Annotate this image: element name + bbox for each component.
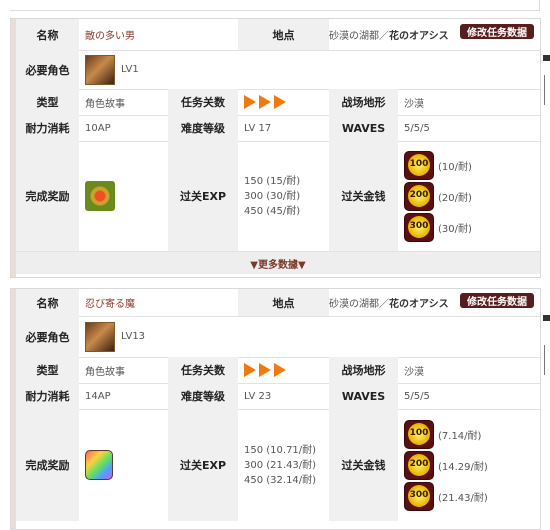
gold-rate: (21.43/耐)	[438, 492, 488, 504]
waves-label: WAVES	[329, 383, 398, 409]
terrain-label: 战场地形	[329, 357, 398, 383]
exp-tier-1: 150 (10.71/耐)	[244, 444, 317, 456]
exp-label: 过关EXP	[168, 141, 238, 251]
reward-label: 完成奖励	[16, 409, 79, 521]
gold-values: 100 (10/耐) 200 (20/耐) 300 (30/耐)	[398, 141, 538, 251]
gold-rate: (14.29/耐)	[438, 461, 488, 473]
location-prefix: 砂漠の湖都／	[329, 299, 389, 310]
required-label: 必要角色	[16, 50, 79, 89]
type-label: 类型	[16, 89, 79, 115]
gold-coin-icon: 200	[404, 181, 434, 211]
location-prefix: 砂漠の湖都／	[329, 31, 389, 42]
gold-coin-icon: 100	[404, 419, 434, 449]
type-row: 类型 角色故事 任务关数 战场地形 沙漠	[16, 357, 540, 384]
location-label: 地点	[238, 19, 329, 50]
location-label: 地点	[238, 289, 329, 316]
stamina-value: 14AP	[85, 390, 111, 402]
difficulty-value: LV 23	[244, 390, 272, 402]
type-row: 类型 角色故事 任务关数 战场地形 沙漠	[16, 89, 540, 116]
quest-name: 敵の多い男	[85, 31, 135, 42]
required-character-row: 必要角色 LV1	[16, 50, 540, 90]
type-value: 角色故事	[85, 98, 125, 110]
exp-tier-3: 450 (32.14/耐)	[244, 474, 317, 486]
quest-count-label: 任务关数	[168, 89, 238, 115]
previous-block-edge	[0, 0, 550, 12]
character-avatar[interactable]	[85, 54, 115, 85]
quest-block-1: 名称 敵の多い男 地点 砂漠の湖都／ 花のオアシス 修改任务数据 必要角色 LV1…	[10, 18, 541, 278]
exp-values: 150 (10.71/耐) 300 (21.43/耐) 450 (32.14/耐…	[238, 409, 329, 521]
stamina-label: 耐力消耗	[16, 383, 79, 409]
location-main: 花のオアシス	[389, 31, 449, 42]
stamina-label: 耐力消耗	[16, 115, 79, 141]
difficulty-label: 难度等级	[168, 115, 238, 141]
gold-rate: (7.14/耐)	[438, 430, 482, 442]
exp-tier-2: 300 (30/耐)	[244, 190, 301, 202]
quest-count-arrows-icon	[244, 363, 289, 377]
gold-label: 过关金钱	[329, 409, 398, 521]
edit-quest-button[interactable]: 修改任务数据	[460, 24, 534, 39]
page-right-edge	[541, 0, 550, 524]
emblem-icon[interactable]	[85, 181, 115, 211]
gold-rate: (10/耐)	[438, 161, 472, 173]
edit-quest-button[interactable]: 修改任务数据	[460, 293, 534, 308]
gold-rate: (30/耐)	[438, 223, 472, 235]
waves-value: 5/5/5	[404, 122, 430, 134]
difficulty-value: LV 17	[244, 122, 272, 134]
terrain-value: 沙漠	[404, 98, 424, 110]
gold-values: 100 (7.14/耐) 200 (14.29/耐) 300 (21.43/耐)	[398, 409, 538, 521]
reward-label: 完成奖励	[16, 141, 79, 251]
quest-header-row: 名称 忍び寄る魔 地点 砂漠の湖都／ 花のオアシス 修改任务数据	[16, 289, 540, 317]
exp-tier-1: 150 (15/耐)	[244, 175, 301, 187]
gold-coin-icon: 300	[404, 481, 434, 511]
character-level: LV1	[121, 64, 139, 75]
stamina-value: 10AP	[85, 122, 111, 134]
gold-coin-icon: 100	[404, 150, 434, 180]
quest-block-2: 名称 忍び寄る魔 地点 砂漠の湖都／ 花のオアシス 修改任务数据 必要角色 LV1…	[10, 288, 541, 530]
location-main: 花のオアシス	[389, 299, 449, 310]
terrain-label: 战场地形	[329, 89, 398, 115]
exp-values: 150 (15/耐) 300 (30/耐) 450 (45/耐)	[238, 141, 329, 251]
type-label: 类型	[16, 357, 79, 383]
reward-row: 完成奖励 过关EXP 150 (10.71/耐) 300 (21.43/耐) 4…	[16, 409, 540, 521]
quest-name: 忍び寄る魔	[85, 299, 135, 310]
required-label: 必要角色	[16, 316, 79, 357]
exp-tier-3: 450 (45/耐)	[244, 205, 301, 217]
gold-coin-icon: 200	[404, 450, 434, 480]
more-data-link[interactable]: ▼更多数據▼	[16, 252, 540, 274]
character-avatar[interactable]	[85, 321, 115, 352]
stamina-row: 耐力消耗 10AP 难度等级 LV 17 WAVES 5/5/5	[16, 115, 540, 142]
required-character-row: 必要角色 LV13	[16, 316, 540, 358]
difficulty-label: 难度等级	[168, 383, 238, 409]
exp-tier-2: 300 (21.43/耐)	[244, 459, 317, 471]
name-label: 名称	[16, 19, 79, 50]
stamina-row: 耐力消耗 14AP 难度等级 LV 23 WAVES 5/5/5	[16, 383, 540, 410]
gold-coin-icon: 300	[404, 212, 434, 242]
name-label: 名称	[16, 289, 79, 316]
quest-count-arrows-icon	[244, 95, 289, 109]
gold-rate: (20/耐)	[438, 192, 472, 204]
reward-row: 完成奖励 过关EXP 150 (15/耐) 300 (30/耐) 450 (45…	[16, 141, 540, 252]
waves-label: WAVES	[329, 115, 398, 141]
exp-label: 过关EXP	[168, 409, 238, 521]
gold-label: 过关金钱	[329, 141, 398, 251]
quest-count-label: 任务关数	[168, 357, 238, 383]
quest-header-row: 名称 敵の多い男 地点 砂漠の湖都／ 花のオアシス 修改任务数据	[16, 19, 540, 51]
waves-value: 5/5/5	[404, 390, 430, 402]
type-value: 角色故事	[85, 366, 125, 378]
rainbow-crystal-icon[interactable]	[85, 450, 113, 480]
character-level: LV13	[121, 331, 146, 342]
terrain-value: 沙漠	[404, 366, 424, 378]
